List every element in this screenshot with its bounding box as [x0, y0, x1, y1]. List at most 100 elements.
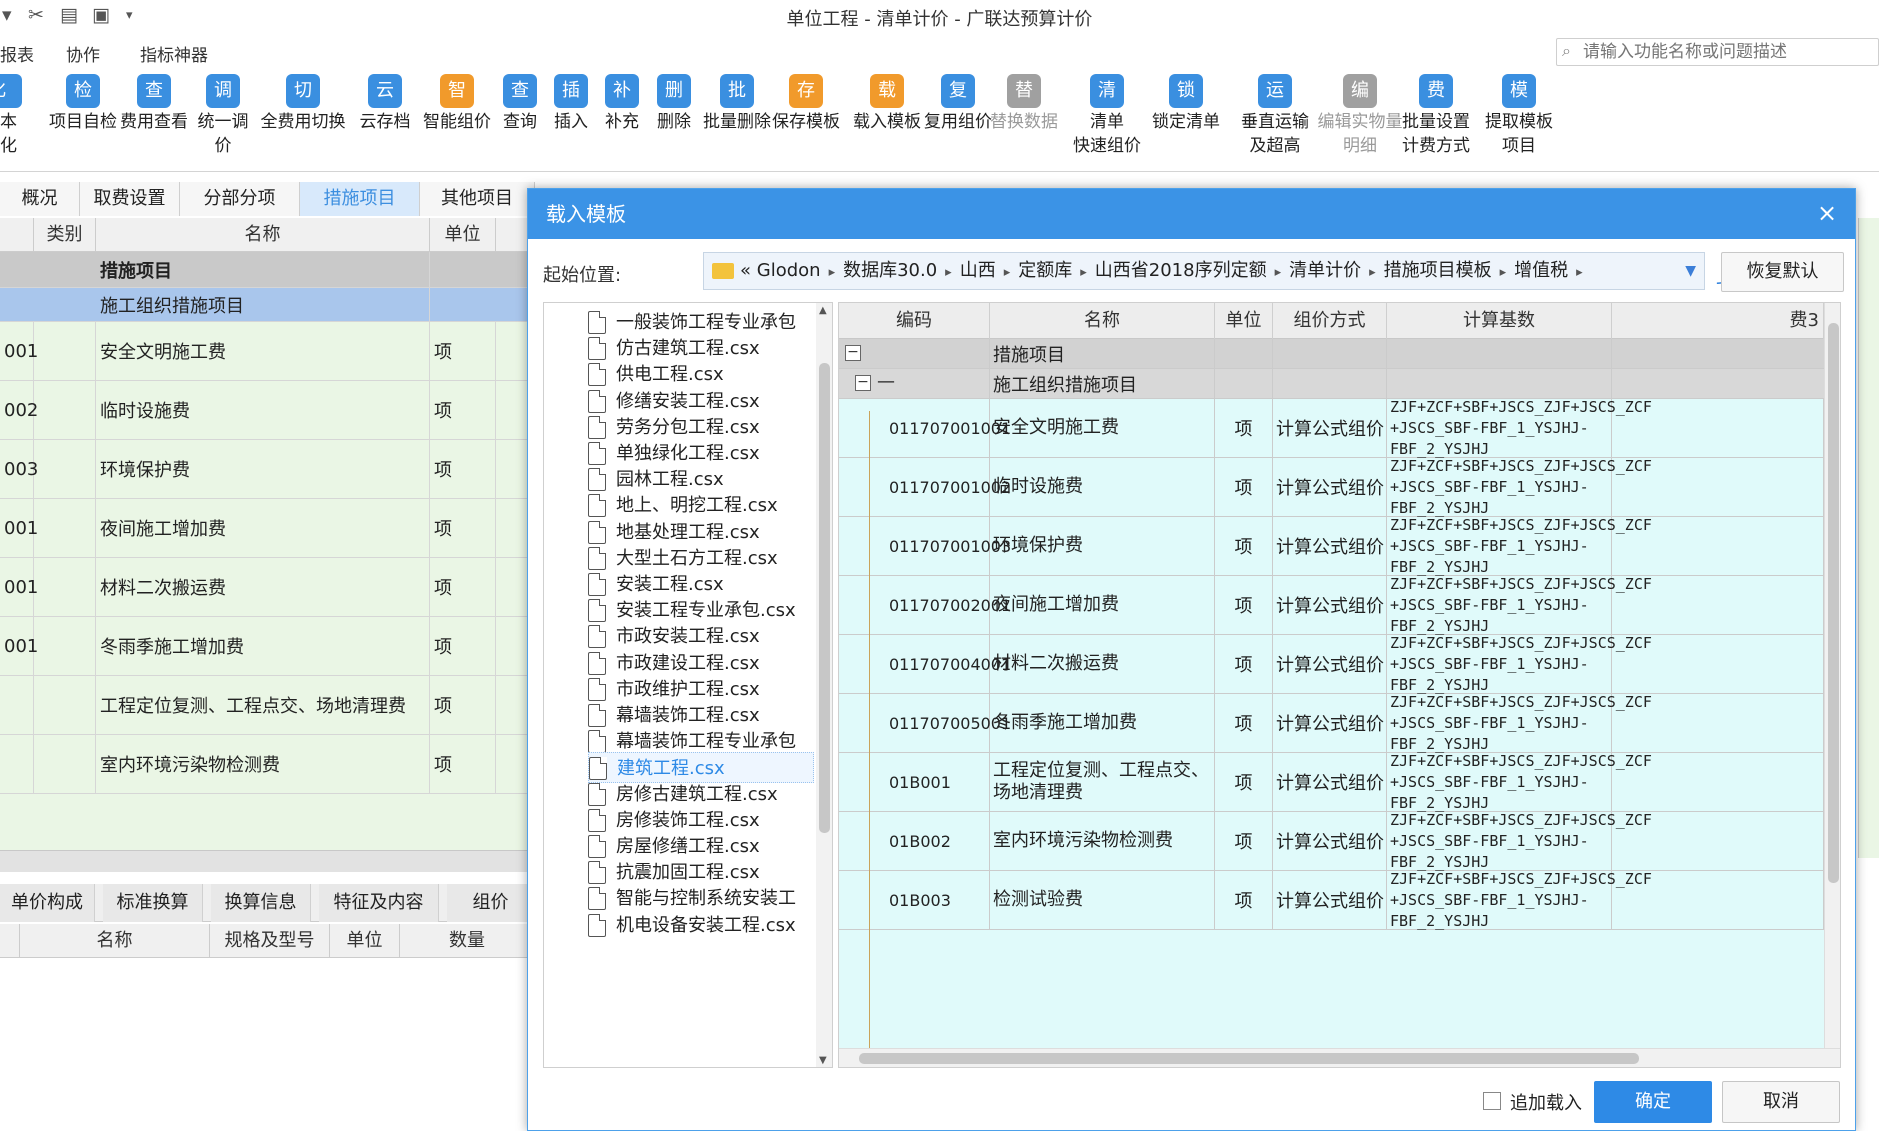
chevron-down-icon[interactable]: ▼	[1685, 253, 1696, 289]
ribbon-button-10[interactable]: 删删除	[650, 74, 698, 134]
scroll-up-icon[interactable]: ▲	[819, 305, 827, 316]
breadcrumb-separator-icon[interactable]: ▸	[945, 265, 952, 280]
collapse-icon[interactable]: −	[845, 345, 861, 361]
ribbon-button-12[interactable]: 存保存模板	[768, 74, 844, 134]
ribbon-button-8[interactable]: 插插入	[548, 74, 594, 134]
template-horizontal-scrollbar[interactable]	[839, 1048, 1840, 1067]
table-row[interactable]: 002 临时设施费项	[0, 381, 535, 440]
ribbon-button-11[interactable]: 批批量删除	[700, 74, 774, 134]
template-row[interactable]: 011707001002 临时设施费项计算公式组价 ZJF+ZCF+SBF+JSCS…	[839, 457, 1824, 517]
breadcrumb-separator-icon[interactable]: ▸	[1500, 265, 1507, 280]
breadcrumb-separator-icon[interactable]: ▸	[1275, 265, 1282, 280]
breadcrumb-separator-icon[interactable]: ▸	[1369, 265, 1376, 280]
breadcrumb-separator-icon[interactable]: ▸	[829, 265, 836, 280]
left-horizontal-scrollbar[interactable]	[0, 850, 535, 872]
close-icon[interactable]: ×	[1813, 199, 1841, 227]
ribbon-button-21[interactable]: 模提取模板 项目	[1478, 74, 1560, 158]
query-icon: 查	[503, 74, 537, 108]
group-row[interactable]: 施工组织措施项目	[0, 288, 535, 322]
ribbon-button-1[interactable]: 检项目自检	[48, 74, 118, 134]
menu-collaborate[interactable]: 协作	[66, 41, 100, 66]
table-row[interactable]: 003 环境保护费项	[0, 440, 535, 499]
template-row[interactable]: 011707002001 夜间施工增加费项计算公式组价 ZJF+ZCF+SBF+JS…	[839, 575, 1824, 635]
table-row[interactable]: 001 材料二次搬运费项	[0, 558, 535, 617]
section-row[interactable]: 措施项目	[0, 252, 535, 288]
template-hscroll-thumb[interactable]	[859, 1053, 1639, 1064]
template-row[interactable]: 01B001 工程定位复测、工程点交、场地清理费项计算公式组价 ZJF+ZCF+SB…	[839, 752, 1824, 812]
path-breadcrumb[interactable]: « Glodon ▸ 数据库30.0 ▸ 山西 ▸ 定额库 ▸ 山西省2018序列定额 ▸ 清单计价…	[703, 252, 1705, 290]
breadcrumb-item[interactable]: 增值税	[1514, 260, 1568, 281]
ribbon-button-18[interactable]: 运垂直运输 及超高	[1232, 74, 1318, 158]
ribbon-button-5[interactable]: 云云存档	[354, 74, 416, 134]
ribbon-button-14[interactable]: 复复用组价	[924, 74, 992, 134]
cell-name: 环境保护费	[990, 517, 1215, 575]
search-icon: ⌕	[1562, 41, 1571, 60]
table-row[interactable]: 001 夜间施工增加费项	[0, 499, 535, 558]
file-item[interactable]: 机电设备安装工程.csx	[588, 910, 814, 941]
table-row[interactable]: 室内环境污染物检测费项	[0, 735, 535, 794]
tab-features[interactable]: 特征及内容	[319, 884, 439, 922]
template-vscroll-thumb[interactable]	[1828, 323, 1839, 883]
menu-indicator[interactable]: 指标神器	[140, 41, 208, 66]
tab-other-items[interactable]: 其他项目	[420, 182, 535, 216]
tab-conversion-info[interactable]: 换算信息	[211, 884, 311, 922]
breadcrumb-item[interactable]: 措施项目模板	[1384, 260, 1492, 281]
ribbon-button-15[interactable]: 替替换数据	[988, 74, 1060, 134]
restore-default-button[interactable]: 恢复默认	[1721, 252, 1844, 292]
search-input[interactable]	[1583, 40, 1873, 64]
breadcrumb-item[interactable]: Glodon	[757, 260, 821, 281]
ribbon-button-9[interactable]: 补补充	[598, 74, 646, 134]
template-row[interactable]: 011707001001 安全文明施工费项计算公式组价 ZJF+ZCF+SBF+JS…	[839, 398, 1824, 458]
table-row[interactable]: 工程定位复测、工程点交、场地清理费项	[0, 676, 535, 735]
breadcrumb-item[interactable]: 定额库	[1018, 260, 1072, 281]
cancel-button[interactable]: 取消	[1722, 1081, 1840, 1123]
ribbon-button-19[interactable]: 编编辑实物量 明细	[1312, 74, 1408, 158]
breadcrumb-item[interactable]: 清单计价	[1289, 260, 1361, 281]
tab-overview[interactable]: 概况	[0, 182, 80, 216]
breadcrumb-item[interactable]: 数据库30.0	[843, 260, 937, 281]
ribbon-button-2[interactable]: 查费用查看	[118, 74, 190, 134]
tab-pricing[interactable]: 组价	[447, 884, 535, 922]
tab-fee-settings[interactable]: 取费设置	[80, 182, 180, 216]
ribbon-button-17[interactable]: 锁锁定清单	[1148, 74, 1224, 134]
ribbon-button-13[interactable]: 载载入模板	[850, 74, 924, 134]
cell-unit: 项	[430, 381, 496, 439]
breadcrumb-item[interactable]: 山西省2018序列定额	[1095, 260, 1267, 281]
template-row[interactable]: 011707005001 冬雨季施工增加费项计算公式组价 ZJF+ZCF+SBF+J…	[839, 693, 1824, 753]
ribbon-button-4[interactable]: 切全费用切换	[258, 74, 348, 134]
tab-sub-items[interactable]: 分部分项	[180, 182, 300, 216]
tpl-section-row[interactable]: − 措施项目	[839, 339, 1824, 369]
tpl-group-row[interactable]: − — 施工组织措施项目	[839, 369, 1824, 399]
template-vertical-scrollbar[interactable]	[1824, 303, 1840, 1048]
collapse-icon[interactable]: −	[855, 375, 871, 391]
file-list-scrollbar[interactable]: ▲ ▼	[816, 303, 832, 1067]
tab-standard-conversion[interactable]: 标准换算	[103, 884, 203, 922]
breadcrumb-separator-icon[interactable]: ▸	[1080, 265, 1087, 280]
ribbon-button-20[interactable]: 费批量设置 计费方式	[1396, 74, 1476, 158]
breadcrumb-item[interactable]: «	[740, 260, 751, 281]
template-row[interactable]: 01B002 室内环境污染物检测费项计算公式组价 ZJF+ZCF+SBF+JSCS_…	[839, 811, 1824, 871]
table-row[interactable]: 001 安全文明施工费项	[0, 322, 535, 381]
file-scroll-thumb[interactable]	[819, 363, 830, 833]
ribbon-label: 智能组价	[423, 112, 491, 132]
ribbon-button-6[interactable]: 智智能组价	[420, 74, 494, 134]
breadcrumb-separator-icon[interactable]: ▸	[1576, 265, 1583, 280]
table-row[interactable]: 001 冬雨季施工增加费项	[0, 617, 535, 676]
scroll-down-icon[interactable]: ▼	[819, 1055, 827, 1066]
template-row[interactable]: 011707004001 材料二次搬运费项计算公式组价 ZJF+ZCF+SBF+JS…	[839, 634, 1824, 694]
template-row[interactable]: 01B003 检测试验费项计算公式组价 ZJF+ZCF+SBF+JSCS_ZJF+J…	[839, 870, 1824, 930]
ribbon-button-16[interactable]: 清清单 快速组价	[1066, 74, 1148, 158]
breadcrumb-item[interactable]: 山西	[960, 260, 996, 281]
ok-button[interactable]: 确定	[1594, 1081, 1712, 1123]
breadcrumb-separator-icon[interactable]: ▸	[1004, 265, 1011, 280]
ribbon-button-7[interactable]: 查查询	[496, 74, 544, 134]
template-row[interactable]: 011707001003 环境保护费项计算公式组价 ZJF+ZCF+SBF+JSCS…	[839, 516, 1824, 576]
fee-method-icon: 费	[1419, 74, 1453, 108]
tab-measures[interactable]: 措施项目	[300, 182, 420, 216]
ribbon-button-3[interactable]: 调统一调价	[190, 74, 256, 158]
search-box[interactable]: ⌕	[1556, 38, 1879, 66]
append-load-checkbox[interactable]	[1483, 1092, 1501, 1110]
tab-unit-price[interactable]: 单价构成	[0, 884, 95, 922]
ribbon-button-0[interactable]: 化本化	[0, 74, 30, 158]
menu-report[interactable]: 报表	[0, 41, 34, 66]
